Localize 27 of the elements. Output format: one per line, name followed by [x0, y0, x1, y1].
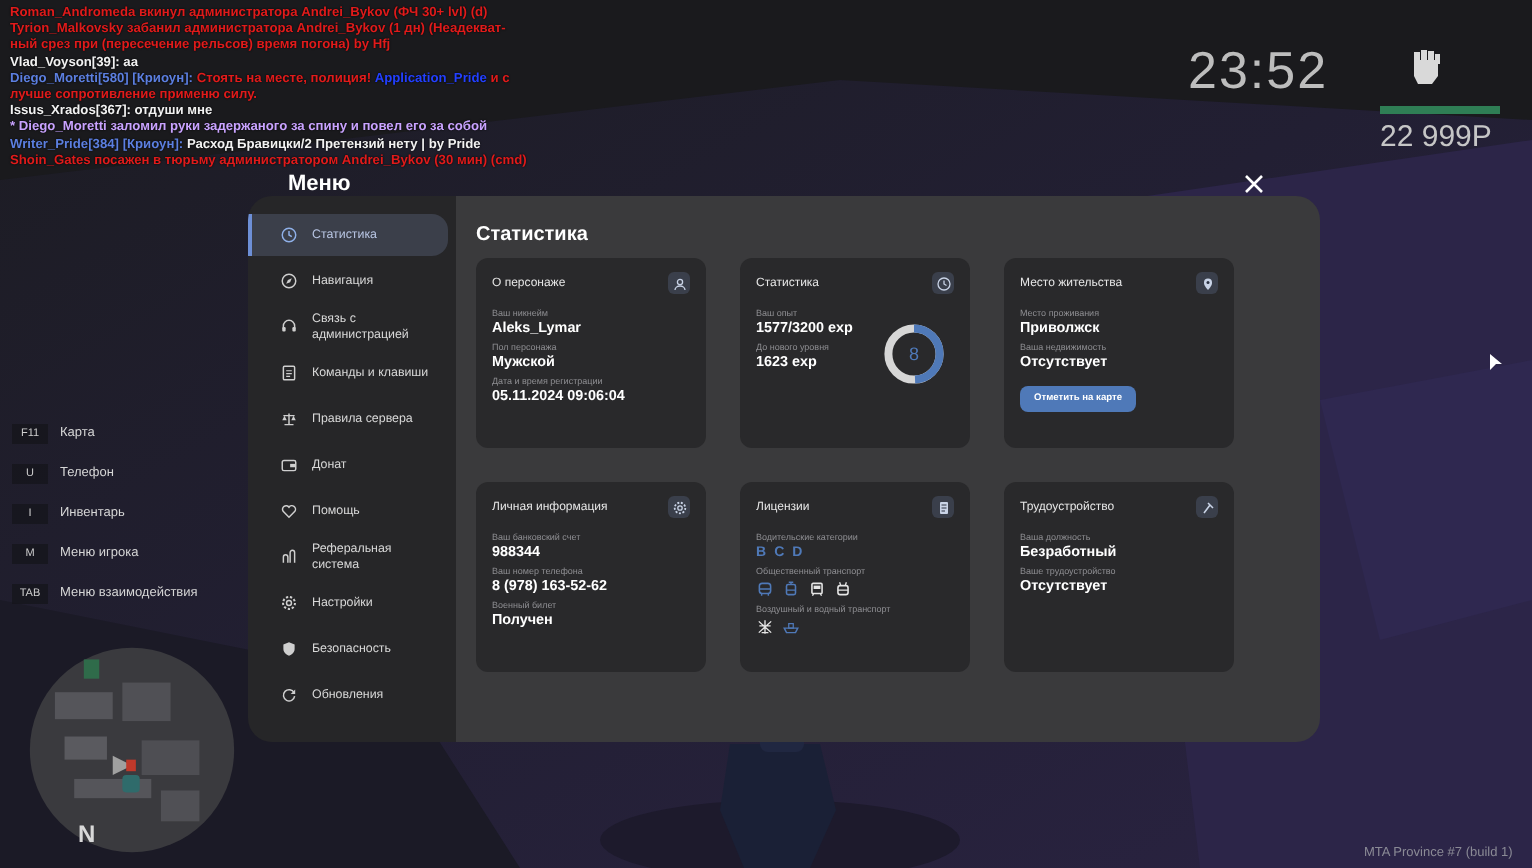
clock-icon [935, 275, 951, 291]
cursor-icon [1490, 354, 1502, 370]
close-button[interactable] [1240, 170, 1268, 198]
compass-icon [280, 272, 298, 290]
bars-icon [280, 548, 298, 566]
document-icon [935, 499, 951, 515]
money-text: 22 999Р [1380, 120, 1492, 154]
level-ring [882, 322, 946, 386]
scales-icon [280, 410, 298, 428]
list-icon [280, 364, 298, 382]
shield-icon [280, 640, 298, 658]
clock-text: 23:52 [1188, 40, 1329, 102]
level-number: 8 [908, 344, 919, 364]
gear-icon [671, 499, 687, 515]
wallet-icon [280, 456, 298, 474]
north-label: N [78, 820, 96, 848]
health-bar [1380, 106, 1500, 114]
heart-icon [280, 502, 298, 520]
location-icon [1199, 275, 1215, 291]
headset-icon [280, 318, 298, 336]
clock-icon [280, 226, 298, 244]
gear-icon [280, 594, 298, 612]
section-heading: Статистика [476, 224, 590, 246]
menu-title: Меню [288, 172, 351, 196]
user-icon [671, 275, 687, 291]
refresh-icon [280, 686, 298, 704]
hammer-icon [1199, 499, 1215, 515]
